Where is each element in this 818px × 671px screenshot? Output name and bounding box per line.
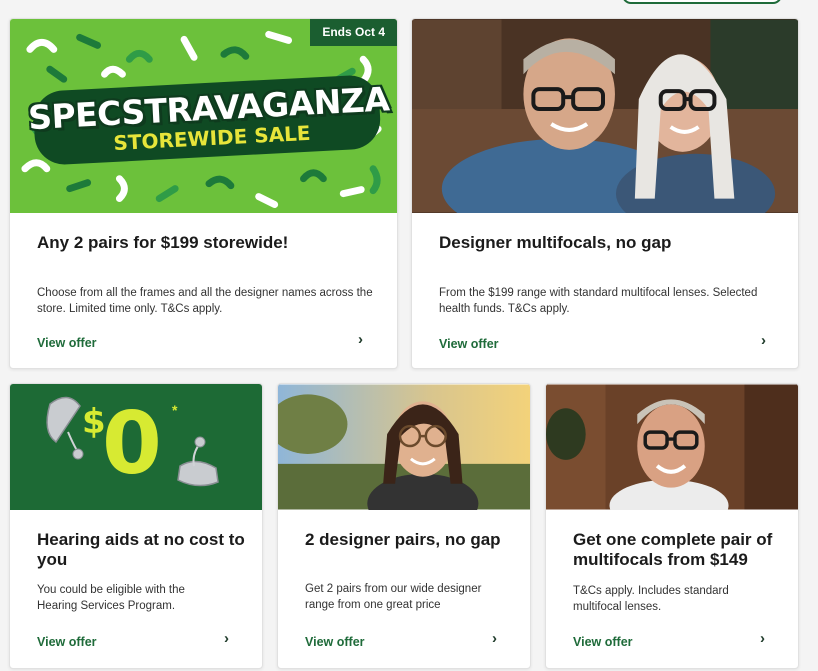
promo-image: SPECSTRAVAGANZA STOREWIDE SALE Ends Oct … (10, 19, 397, 213)
view-offer-link[interactable]: View offer (439, 337, 499, 351)
woman-glasses-illustration (278, 384, 530, 510)
card-title: Hearing aids at no cost to you (37, 530, 245, 569)
man-glasses-photo (546, 384, 798, 510)
chevron-right-icon[interactable]: › (358, 331, 363, 348)
couple-photo-illustration (412, 19, 798, 213)
view-offer-link[interactable]: View offer (37, 336, 97, 350)
offer-card-storewide[interactable]: SPECSTRAVAGANZA STOREWIDE SALE Ends Oct … (9, 18, 398, 369)
chevron-right-icon[interactable]: › (492, 630, 497, 647)
offer-card-designer-multifocals[interactable]: Designer multifocals, no gap From the $1… (411, 18, 799, 369)
woman-glasses-photo (278, 384, 530, 510)
view-offer-link[interactable]: View offer (573, 635, 633, 649)
card-title: 2 designer pairs, no gap (305, 530, 501, 549)
man-glasses-illustration (546, 384, 798, 510)
card-description: From the $199 range with standard multif… (439, 287, 758, 315)
card-description: Get 2 pairs from our wide designer range… (305, 583, 482, 611)
header-pill-button[interactable] (622, 0, 782, 4)
offer-card-multifocals-149[interactable]: Get one complete pair of multifocals fro… (545, 383, 799, 669)
card-title: Get one complete pair of multifocals fro… (573, 530, 773, 569)
card-title: Any 2 pairs for $199 storewide! (37, 233, 289, 252)
view-offer-link[interactable]: View offer (37, 635, 97, 649)
ends-date-badge: Ends Oct 4 (310, 19, 397, 46)
couple-photo (412, 19, 798, 213)
offer-card-hearing-aids[interactable]: $ 0 * Hearing aids at no cost to you You… (9, 383, 263, 669)
card-description: You could be eligible with the Hearing S… (37, 584, 185, 612)
card-description: T&Cs apply. Includes standard multifocal… (573, 585, 729, 613)
chevron-right-icon[interactable]: › (760, 630, 765, 647)
price-asterisk: * (172, 402, 178, 418)
price-zero: 0 (102, 394, 162, 494)
chevron-right-icon[interactable]: › (224, 630, 229, 647)
card-title: Designer multifocals, no gap (439, 233, 672, 252)
view-offer-link[interactable]: View offer (305, 635, 365, 649)
card-description: Choose from all the frames and all the d… (37, 287, 373, 315)
hearing-aids-image: $ 0 * (10, 384, 262, 510)
chevron-right-icon[interactable]: › (761, 332, 766, 349)
offer-card-two-designer-pairs[interactable]: 2 designer pairs, no gap Get 2 pairs fro… (277, 383, 531, 669)
